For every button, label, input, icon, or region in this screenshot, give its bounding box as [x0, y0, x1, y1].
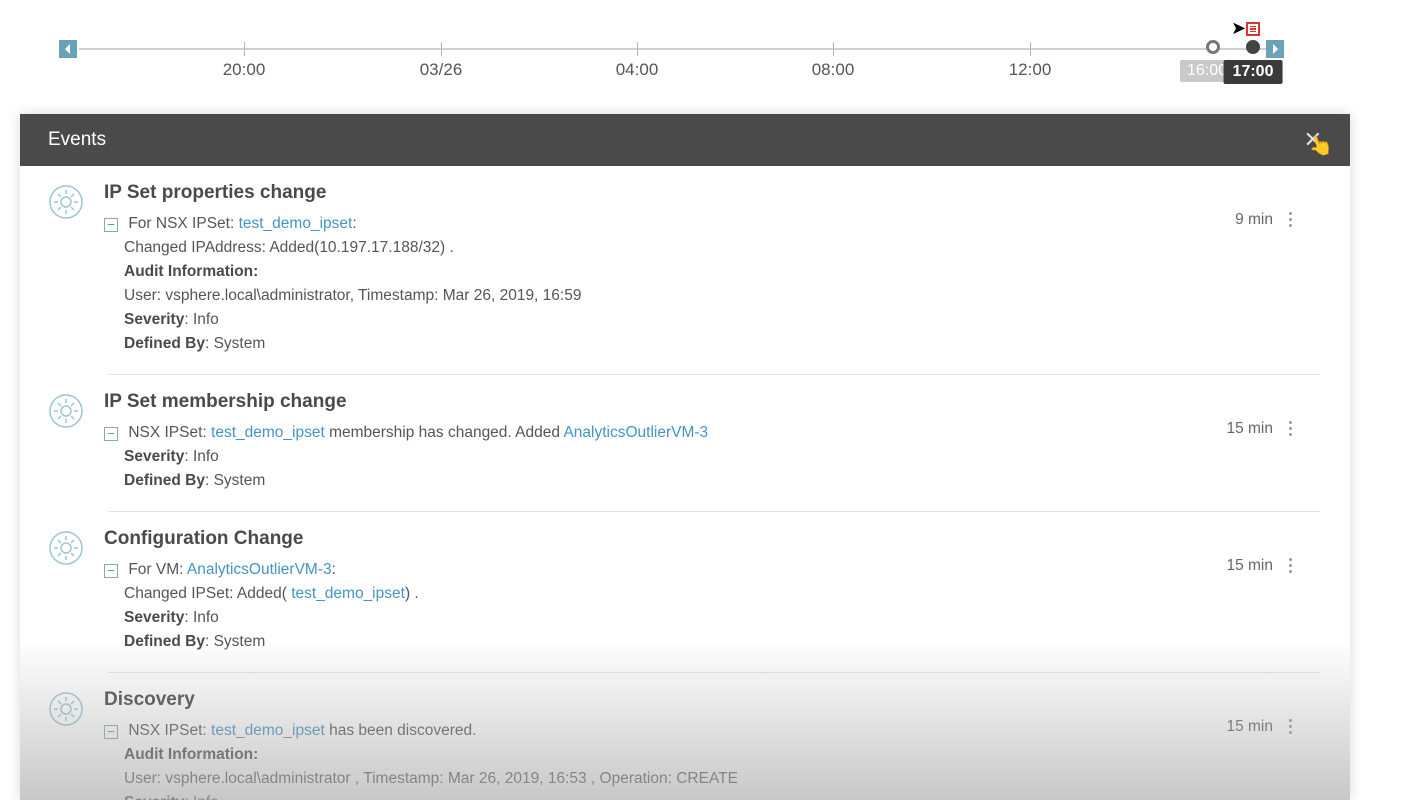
timeline-tick-label: 12:00: [1009, 60, 1052, 80]
ipset-link[interactable]: test_demo_ipset: [211, 424, 325, 441]
timeline-next-button[interactable]: [1266, 40, 1284, 58]
severity-label: Severity: [124, 609, 184, 626]
event-title: IP Set membership change: [104, 391, 1322, 413]
event-title: Configuration Change: [104, 528, 1322, 550]
ipset-link[interactable]: test_demo_ipset: [239, 215, 353, 232]
event-title: Discovery: [104, 689, 1322, 711]
event-text: User: vsphere.local\administrator , Time…: [104, 767, 1322, 791]
event-row: Discovery 15 min − NSX IPSet: test_demo_…: [20, 673, 1350, 800]
kebab-menu-icon[interactable]: [1285, 208, 1296, 231]
collapse-toggle-icon[interactable]: −: [104, 564, 118, 578]
collapse-toggle-icon[interactable]: −: [104, 725, 118, 739]
timeline-event-marker-icon[interactable]: [1246, 22, 1260, 36]
event-text: For VM:: [128, 561, 187, 578]
collapse-toggle-icon[interactable]: −: [104, 218, 118, 232]
timeline-track[interactable]: [79, 48, 1266, 50]
vm-link[interactable]: AnalyticsOutlierVM-3: [187, 561, 332, 578]
kebab-menu-icon[interactable]: [1285, 417, 1296, 440]
timeline: 20:00 03/26 04:00 08:00 12:00 16:00 17:0…: [0, 0, 1420, 114]
event-time: 15 min: [1226, 715, 1296, 738]
definedby-label: Defined By: [124, 335, 205, 352]
timeline-tick-label: 08:00: [812, 60, 855, 80]
timeline-tick: [833, 42, 834, 56]
event-text: Changed IPAddress: Added(10.197.17.188/3…: [104, 236, 1322, 260]
gear-circle-icon: [48, 691, 88, 731]
events-panel-title: Events: [48, 129, 106, 151]
close-icon[interactable]: ✕ 👆: [1304, 127, 1322, 153]
events-panel: Events ✕ 👆 IP Set properties change 9 mi…: [20, 114, 1350, 800]
gear-circle-icon: [48, 530, 88, 570]
ipset-link[interactable]: test_demo_ipset: [291, 585, 405, 602]
event-text: For NSX IPSet:: [128, 215, 238, 232]
event-list: IP Set properties change 9 min − For NSX…: [20, 166, 1350, 800]
gear-circle-icon: [48, 393, 88, 433]
event-title: IP Set properties change: [104, 182, 1322, 204]
event-time: 15 min: [1226, 554, 1296, 577]
timeline-tick-label: 04:00: [616, 60, 659, 80]
events-panel-header: Events ✕ 👆: [20, 114, 1350, 166]
definedby-label: Defined By: [124, 633, 205, 650]
cursor-hand-overlay: 👆: [1305, 130, 1336, 161]
timeline-handle-current[interactable]: [1246, 40, 1260, 54]
event-row: IP Set properties change 9 min − For NSX…: [20, 166, 1350, 374]
timeline-tick: [1030, 42, 1031, 56]
timeline-tick: [637, 42, 638, 56]
event-text: Changed IPSet: Added(: [124, 585, 291, 602]
event-time: 9 min: [1235, 208, 1296, 231]
kebab-menu-icon[interactable]: [1285, 554, 1296, 577]
event-time: 15 min: [1226, 417, 1296, 440]
event-text: NSX IPSet:: [128, 424, 211, 441]
event-row: IP Set membership change 15 min − NSX IP…: [20, 375, 1350, 511]
ipset-link[interactable]: test_demo_ipset: [211, 722, 325, 739]
audit-label: Audit Information:: [124, 746, 258, 763]
timeline-prev-button[interactable]: [59, 40, 77, 58]
event-row: Configuration Change 15 min − For VM: An…: [20, 512, 1350, 672]
event-text: NSX IPSet:: [128, 722, 211, 739]
timeline-current-time: 17:00: [1224, 60, 1283, 84]
cursor-arrow-overlay: ➤: [1231, 18, 1246, 39]
timeline-tick: [244, 42, 245, 56]
timeline-tick-label: 20:00: [223, 60, 266, 80]
severity-label: Severity: [124, 794, 184, 800]
timeline-tick-label: 03/26: [420, 60, 463, 80]
timeline-handle-ghost[interactable]: [1206, 40, 1220, 54]
gear-circle-icon: [48, 184, 88, 224]
vm-link[interactable]: AnalyticsOutlierVM-3: [563, 424, 708, 441]
collapse-toggle-icon[interactable]: −: [104, 427, 118, 441]
definedby-label: Defined By: [124, 472, 205, 489]
timeline-tick: [441, 42, 442, 56]
event-text: User: vsphere.local\administrator, Times…: [104, 284, 1322, 308]
audit-label: Audit Information:: [124, 263, 258, 280]
severity-label: Severity: [124, 448, 184, 465]
severity-label: Severity: [124, 311, 184, 328]
kebab-menu-icon[interactable]: [1285, 715, 1296, 738]
